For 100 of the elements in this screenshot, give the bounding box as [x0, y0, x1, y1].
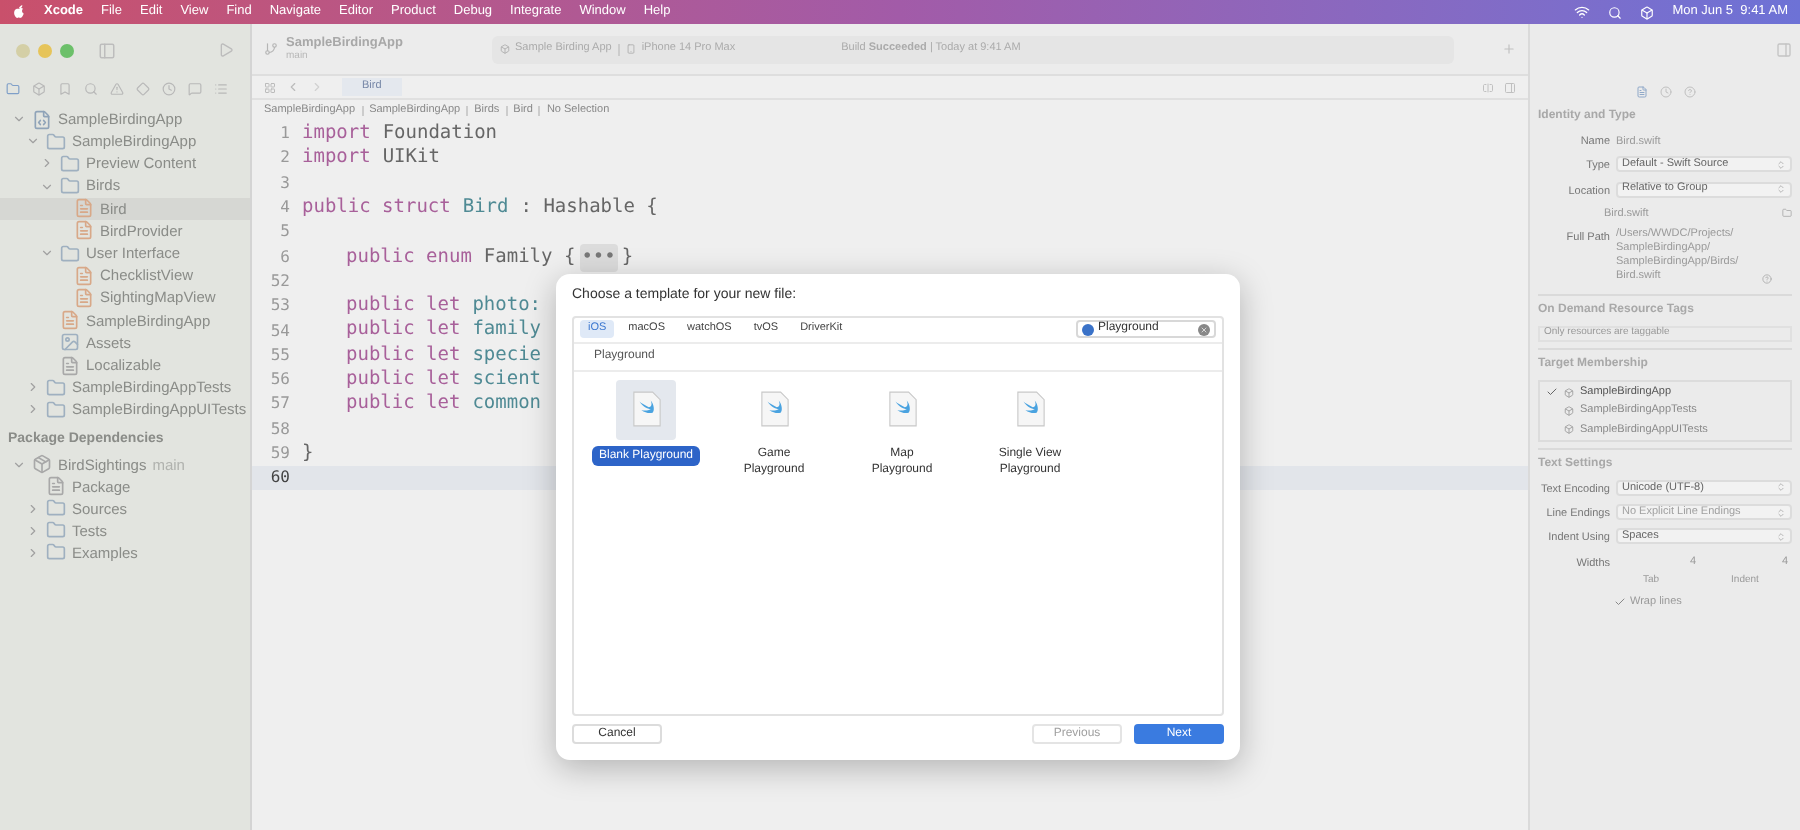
code-token: family	[472, 316, 542, 345]
history-icon[interactable]	[1659, 86, 1671, 98]
minimize-window-button[interactable]	[38, 43, 52, 57]
disclosure-icon[interactable]	[26, 380, 40, 395]
disclosure-icon[interactable]	[26, 402, 40, 417]
line-number: 6	[278, 245, 292, 270]
file-icon	[60, 355, 80, 376]
bookmark-icon[interactable]	[58, 81, 72, 95]
disclosure-icon[interactable]	[26, 134, 40, 149]
code-token: public let	[344, 341, 461, 369]
assets-icon	[60, 332, 80, 353]
message-icon[interactable]	[188, 81, 202, 95]
stepper-arrows-icon	[1776, 531, 1786, 542]
playground-file-icon	[1015, 390, 1045, 428]
line-number: 59	[268, 442, 292, 466]
inspector-toggle-icon[interactable]	[1776, 42, 1792, 58]
file-icon	[60, 310, 80, 331]
checkmark-icon[interactable]	[1546, 386, 1558, 399]
code-token: import	[302, 120, 371, 147]
close-window-button[interactable]	[16, 43, 30, 57]
disclosure-icon[interactable]	[12, 112, 26, 126]
zoom-window-button[interactable]	[60, 43, 74, 57]
line-number: 52	[268, 269, 292, 294]
code-token: scient	[472, 366, 542, 394]
line-number: 4	[278, 196, 292, 221]
folder-icon[interactable]	[6, 81, 20, 95]
file-inspector-icon[interactable]	[1635, 86, 1647, 98]
line-number: 3	[278, 171, 292, 196]
code-token: import	[302, 144, 371, 173]
folder-icon[interactable]	[1782, 208, 1792, 219]
disclosure-icon[interactable]	[40, 156, 54, 171]
line-number: 2	[278, 146, 292, 171]
wifi-icon[interactable]	[1574, 4, 1591, 20]
playground-file-icon	[759, 390, 789, 428]
file-icon	[74, 220, 94, 241]
line-number: 57	[268, 392, 292, 417]
help-icon[interactable]	[1683, 86, 1695, 98]
file-icon	[74, 265, 94, 286]
clear-icon[interactable]	[1198, 323, 1210, 335]
disclosure-icon[interactable]	[12, 457, 26, 472]
forward-icon[interactable]	[310, 80, 324, 94]
code-token: Foundation	[382, 120, 498, 147]
folder-icon	[46, 520, 66, 541]
code-token: public let	[344, 366, 461, 393]
scheme-icon	[499, 44, 510, 54]
list-icon[interactable]	[214, 81, 228, 95]
line-number: 5	[278, 220, 292, 245]
code-token: Bird	[462, 193, 509, 222]
disclosure-icon[interactable]	[26, 523, 40, 538]
code-token: public enum	[344, 243, 472, 272]
branch-icon	[264, 42, 278, 56]
folder-icon	[60, 176, 80, 197]
code-token: public struct	[302, 193, 451, 222]
playground-file-icon	[887, 390, 917, 428]
apple-icon[interactable]	[12, 4, 26, 20]
disclosure-icon[interactable]	[40, 246, 54, 261]
device-icon	[625, 44, 636, 54]
stepper-arrows-icon	[1776, 184, 1786, 194]
folder-icon	[46, 399, 66, 420]
panel-icon[interactable]	[1504, 81, 1516, 93]
file-icon	[46, 476, 66, 497]
folder-icon	[46, 542, 66, 563]
wrap-checkbox[interactable]	[1614, 596, 1626, 609]
project-icon	[32, 109, 52, 129]
sidebar-toggle-icon[interactable]	[98, 41, 116, 59]
disclosure-icon[interactable]	[40, 179, 54, 194]
code-token: : Hashable {	[520, 193, 658, 222]
folder-icon	[46, 377, 66, 398]
run-icon[interactable]	[218, 42, 234, 58]
add-icon[interactable]	[1502, 42, 1516, 56]
folded-code[interactable]: •••	[579, 243, 618, 272]
disclosure-icon[interactable]	[26, 501, 40, 516]
code-token: }	[621, 243, 634, 272]
split-icon[interactable]	[1482, 81, 1494, 93]
filter-icon	[1082, 323, 1094, 335]
folder-icon	[60, 153, 80, 174]
code-token: public let	[344, 390, 461, 419]
diamond-icon[interactable]	[136, 81, 150, 95]
folder-icon	[46, 498, 66, 519]
line-number: 55	[268, 343, 292, 368]
disclosure-icon[interactable]	[26, 545, 40, 560]
folder-icon	[46, 131, 66, 152]
grid-icon[interactable]	[264, 81, 276, 93]
code-token: Family {	[483, 243, 576, 272]
file-icon	[74, 198, 94, 219]
file-icon	[74, 288, 94, 308]
code-token: }	[302, 439, 314, 468]
stepper-arrows-icon	[1776, 159, 1786, 170]
code-token: public let	[344, 292, 461, 319]
warning-icon[interactable]	[110, 81, 124, 95]
package-icon	[32, 454, 52, 475]
target-icon	[1564, 424, 1574, 435]
clock-icon[interactable]	[162, 81, 176, 95]
folder-icon	[60, 243, 80, 264]
code-token: photo:	[472, 292, 542, 319]
line-number: 56	[268, 368, 292, 393]
line-number: 60	[268, 466, 292, 491]
line-number: 54	[268, 319, 292, 344]
back-icon[interactable]	[286, 80, 300, 94]
playground-file-icon	[631, 390, 661, 428]
